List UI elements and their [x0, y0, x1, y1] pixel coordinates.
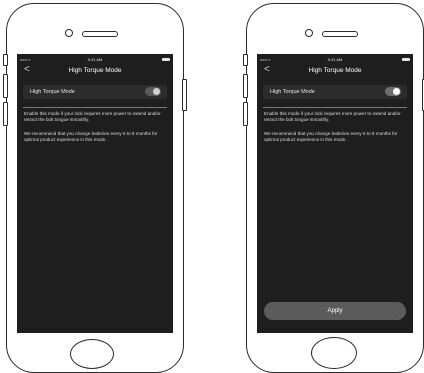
earpiece-speaker	[322, 31, 358, 37]
setting-label: High Torque Mode	[30, 89, 75, 95]
toggle-knob	[393, 88, 400, 95]
mute-switch	[243, 54, 248, 66]
battery-icon	[162, 58, 170, 61]
volume-up-button	[243, 74, 248, 98]
volume-down-button	[3, 102, 8, 126]
mute-switch	[3, 54, 8, 66]
divider	[23, 107, 167, 108]
description-paragraph-1: Enable this mode if your lock requires m…	[24, 111, 161, 122]
high-torque-toggle[interactable]	[385, 87, 401, 96]
divider	[263, 107, 407, 108]
earpiece-speaker	[82, 31, 118, 37]
nav-bar: < High Torque Mode	[17, 64, 173, 78]
high-torque-toggle[interactable]	[145, 87, 161, 96]
volume-down-button	[243, 102, 248, 126]
volume-up-button	[3, 74, 8, 98]
screen-left: ••••• ≈ 9:41 AM < High Torque Mode High …	[17, 54, 173, 333]
page-title: High Torque Mode	[68, 67, 122, 74]
high-torque-setting-row: High Torque Mode	[263, 85, 407, 99]
home-button	[311, 337, 357, 369]
screen-right: ••••• ≈ 9:41 AM < High Torque Mode High …	[257, 54, 413, 333]
power-button	[182, 79, 187, 111]
front-camera	[305, 29, 313, 37]
phone-left: ••••• ≈ 9:41 AM < High Torque Mode High …	[3, 3, 187, 373]
setting-label: High Torque Mode	[270, 89, 315, 95]
battery-icon	[402, 58, 410, 61]
description-paragraph-2: We recommend that you change batteries e…	[24, 131, 158, 142]
phone-right: ••••• ≈ 9:41 AM < High Torque Mode High …	[243, 3, 424, 373]
apply-button[interactable]: Apply	[264, 302, 406, 320]
nav-bar: < High Torque Mode	[257, 64, 413, 78]
front-camera	[65, 29, 73, 37]
status-bar: ••••• ≈ 9:41 AM	[17, 57, 173, 63]
description-paragraph-1: Enable this mode if your lock requires m…	[264, 111, 401, 122]
status-time: 9:41 AM	[327, 57, 343, 62]
page-title: High Torque Mode	[308, 67, 362, 74]
toggle-knob	[153, 88, 160, 95]
status-bar: ••••• ≈ 9:41 AM	[257, 57, 413, 63]
status-time: 9:41 AM	[87, 57, 103, 62]
home-button	[70, 339, 114, 369]
high-torque-setting-row: High Torque Mode	[23, 85, 167, 99]
description-paragraph-2: We recommend that you change batteries e…	[264, 131, 398, 142]
